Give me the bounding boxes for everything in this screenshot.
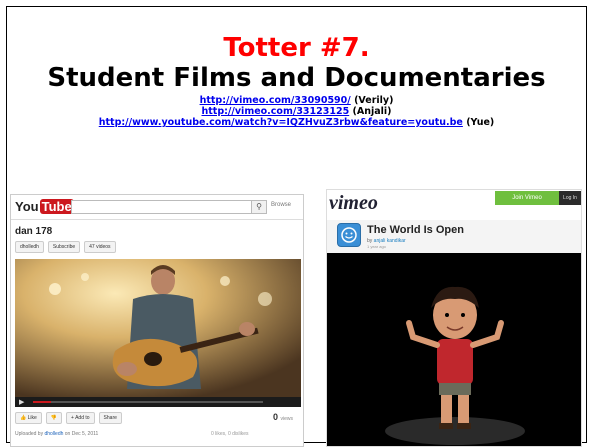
view-count: 0 views xyxy=(273,412,293,422)
slide-title: Totter #7. xyxy=(223,33,370,63)
video-player[interactable] xyxy=(327,253,581,446)
uploaded-prefix: Uploaded by xyxy=(15,431,44,437)
channel-button[interactable]: dholledh xyxy=(15,241,44,253)
video-age: 1 year ago xyxy=(367,244,386,249)
thumbs-up-icon: 👍 xyxy=(20,415,27,421)
link-owner: (Anjali) xyxy=(352,106,392,117)
search-input[interactable] xyxy=(71,200,253,214)
link-row: http://vimeo.com/33090590/ (Verily) xyxy=(0,95,593,106)
share-button[interactable]: Share xyxy=(98,412,122,424)
progress-bar[interactable] xyxy=(33,401,263,403)
link-verily[interactable]: http://vimeo.com/33090590/ xyxy=(200,95,351,106)
channel-buttons: dholledh Subscribe 47 videos xyxy=(15,241,116,253)
slide-subtitle: Student Films and Documentaries xyxy=(47,63,546,93)
animated-character-frame xyxy=(327,253,581,446)
link-owner: (Yue) xyxy=(466,117,495,128)
play-icon[interactable]: ▶ xyxy=(19,398,24,406)
upload-date: on Dec 5, 2011 xyxy=(64,431,99,437)
youtube-logo[interactable]: You Tube xyxy=(15,199,74,214)
guitarist-frame xyxy=(15,259,301,397)
like-label: Like xyxy=(27,415,37,421)
uploader-link[interactable]: dholledh xyxy=(44,431,63,437)
join-vimeo-button[interactable]: Join Vimeo xyxy=(495,191,559,205)
like-button[interactable]: 👍 Like xyxy=(15,412,42,424)
youtube-topbar: You Tube ⚲ Browse xyxy=(11,195,303,220)
link-list: http://vimeo.com/33090590/ (Verily) http… xyxy=(0,95,593,128)
views-number: 0 xyxy=(272,412,278,422)
subscribe-button[interactable]: Subscribe xyxy=(47,241,81,253)
vimeo-screenshot: vimeo Join Vimeo Log In The World Is Ope… xyxy=(326,189,582,447)
avatar[interactable] xyxy=(337,223,361,247)
progress-fill xyxy=(33,401,52,403)
slide: Totter #7. Student Films and Documentari… xyxy=(0,0,593,447)
smiley-icon xyxy=(341,227,357,243)
likes-info: 0 likes, 0 dislikes xyxy=(211,431,249,437)
login-button[interactable]: Log In xyxy=(559,191,581,205)
dislike-button[interactable]: 👎 xyxy=(45,412,63,424)
search-icon[interactable]: ⚲ xyxy=(251,200,267,214)
logo-tube: Tube xyxy=(39,199,74,214)
link-anjali[interactable]: http://vimeo.com/33123125 xyxy=(201,106,349,117)
video-title[interactable]: The World Is Open xyxy=(367,224,464,236)
link-owner: (Verily) xyxy=(354,95,394,106)
action-buttons: 👍 Like 👎 + Add to Share xyxy=(15,411,301,425)
link-yue[interactable]: http://www.youtube.com/watch?v=IQZHvuZ3r… xyxy=(99,117,463,128)
thumbs-down-icon: 👎 xyxy=(50,415,58,421)
views-unit: views xyxy=(280,416,293,422)
link-row: http://www.youtube.com/watch?v=IQZHvuZ3r… xyxy=(0,117,593,128)
video-controls[interactable]: ▶ xyxy=(15,397,301,407)
browse-link[interactable]: Browse xyxy=(271,202,291,208)
channel-name[interactable]: dan 178 xyxy=(15,226,52,237)
video-header: The World Is Open by anjali kandikar 1 y… xyxy=(327,220,581,253)
video-player[interactable] xyxy=(15,259,301,397)
add-to-button[interactable]: + Add to xyxy=(66,412,95,424)
youtube-screenshot: You Tube ⚲ Browse dan 178 dholledh Subscr… xyxy=(10,194,304,447)
logo-you: You xyxy=(15,199,39,214)
vimeo-logo[interactable]: vimeo xyxy=(329,192,378,215)
videos-count-button[interactable]: 47 videos xyxy=(84,241,116,253)
link-row: http://vimeo.com/33123125 (Anjali) xyxy=(0,106,593,117)
upload-info: Uploaded by dholledh on Dec 5, 2011 xyxy=(15,431,98,437)
